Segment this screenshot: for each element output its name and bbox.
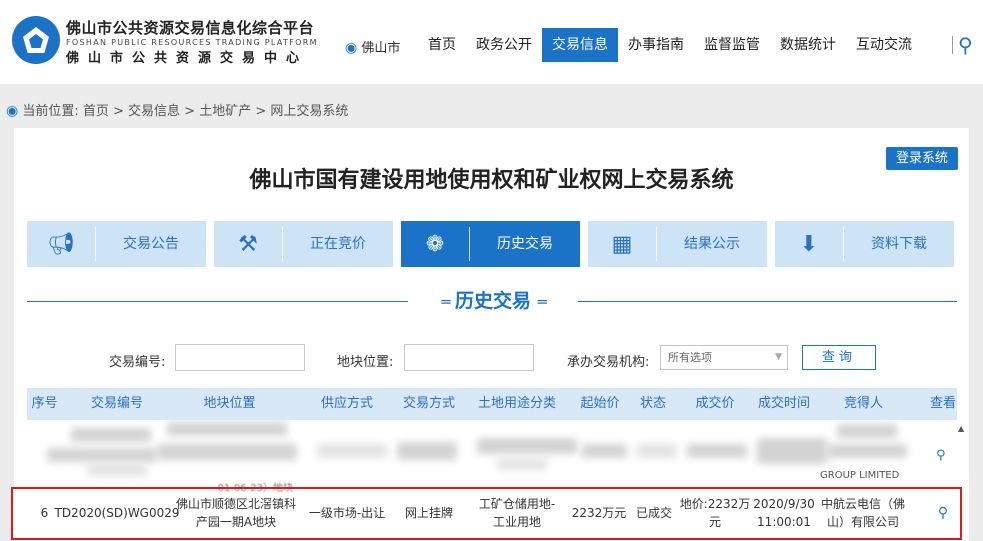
tab-downloads[interactable]: ⬇ 资料下载	[775, 221, 954, 267]
nav-item-statistics[interactable]: 数据统计	[770, 28, 846, 62]
agency-selected-value: 所有选项	[668, 351, 712, 364]
col-location: 地块位置	[203, 396, 256, 411]
col-supply: 供应方式	[320, 396, 373, 411]
logo-title-cn: 佛山市公共资源交易信息化综合平台	[66, 19, 315, 37]
breadcrumb: ◉ 当前位置: 首页 > 交易信息 > 土地矿产 > 网上交易系统	[6, 100, 348, 119]
col-view: 查看	[929, 396, 956, 411]
col-trade-no: 交易编号	[90, 396, 143, 411]
city-label: 佛山市	[361, 41, 401, 56]
logo-subtitle-cn: 佛山市公共资源交易中心	[66, 51, 309, 66]
cell-status: 已成交	[635, 505, 672, 520]
tab-label: 交易公告	[123, 236, 179, 252]
dash-decoration-icon: ═	[441, 293, 450, 311]
cell-trade-no: TD2020(SD)WG0029	[54, 505, 180, 520]
clipboard-icon: ▦	[611, 231, 633, 257]
table-header: 序号 交易编号 地块位置 供应方式 交易方式 土地用途分类 起始价 状态 成交价…	[27, 388, 957, 420]
col-deal-time: 成交时间	[757, 396, 810, 411]
tab-bidding[interactable]: ⚒ 正在竞价	[214, 221, 393, 267]
cell-winner: 中航云电信（佛山）有限公司	[820, 496, 905, 529]
query-button[interactable]: 查询	[802, 345, 876, 370]
tab-label: 正在竞价	[310, 236, 366, 252]
tab-trade-announcement[interactable]: 📢︎ 交易公告	[27, 221, 206, 267]
col-no: 序号	[31, 396, 58, 411]
nav-item-trade-info[interactable]: 交易信息	[542, 28, 618, 62]
download-icon: ⬇	[799, 231, 819, 257]
col-method: 交易方式	[402, 396, 455, 411]
tab-label: 结果公示	[684, 236, 740, 252]
logo-title-en: FOSHAN PUBLIC RESOURCES TRADING PLATFORM	[66, 38, 318, 47]
col-start-price: 起始价	[580, 396, 620, 411]
section-title-text: 历史交易	[454, 290, 531, 312]
nav-item-guide[interactable]: 办事指南	[618, 28, 694, 62]
location-pin-icon: ◉	[345, 40, 358, 56]
function-tabs: 📢︎ 交易公告 ⚒ 正在竞价 ❁ 历史交易 ▦ 结果公示 ⬇ 资料下载	[27, 221, 954, 267]
nav-item-supervision[interactable]: 监督监管	[694, 28, 770, 62]
view-icon[interactable]: ⚲	[923, 484, 963, 541]
megaphone-icon: 📢︎	[47, 231, 75, 257]
col-winner: 竞得人	[843, 396, 883, 411]
col-status: 状态	[639, 396, 666, 411]
chevron-down-icon: ▼	[775, 352, 782, 362]
table-row-blurred	[27, 420, 957, 484]
gavel-icon: ⚒	[238, 231, 258, 257]
nav-item-home[interactable]: 首页	[418, 28, 466, 62]
location-label: 地块位置:	[337, 355, 394, 370]
tab-results[interactable]: ▦ 结果公示	[588, 221, 767, 267]
cell-use: 工矿仓储用地-工业用地	[478, 496, 556, 529]
handshake-icon: ❁	[425, 231, 445, 257]
main-nav: 首页 政务公开 交易信息 办事指南 监督监管 数据统计 互动交流	[418, 28, 922, 62]
cell-deal-price: 地价:2232万元	[679, 496, 751, 529]
cell-location: 佛山市顺德区北滘镇科产园一期A地块	[175, 496, 296, 529]
nav-item-gov-affairs[interactable]: 政务公开	[466, 28, 542, 62]
blurred-company-fragment: GROUP LIMITED	[820, 470, 900, 481]
tab-label: 历史交易	[497, 236, 553, 252]
page-title: 佛山市国有建设用地使用权和矿业权网上交易系统	[249, 167, 734, 193]
logo-icon[interactable]	[12, 16, 60, 64]
cell-method: 网上挂牌	[404, 505, 453, 520]
section-title: ═ 历史交易 ═	[408, 288, 578, 314]
trade-no-label: 交易编号:	[109, 355, 166, 370]
trade-no-input[interactable]	[175, 344, 305, 371]
location-input[interactable]	[404, 344, 534, 371]
agency-label: 承办交易机构:	[567, 355, 650, 370]
city-selector[interactable]: ◉ 佛山市	[345, 37, 400, 56]
dash-decoration-icon: ═	[537, 293, 547, 311]
tab-history[interactable]: ❁ 历史交易	[401, 221, 580, 267]
table-row: 6 TD2020(SD)WG0029 佛山市顺德区北滘镇科产园一期A地块 一级市…	[27, 484, 957, 541]
cell-deal-time: 2020/9/30 11:00:01	[753, 496, 815, 529]
location-pin-icon: ◉	[6, 103, 19, 119]
view-search-icon[interactable]: ⚲	[936, 448, 946, 463]
nav-item-interaction[interactable]: 互动交流	[846, 28, 922, 62]
tab-label: 资料下载	[871, 236, 927, 252]
cell-supply: 一级市场-出让	[308, 505, 386, 520]
col-deal-price: 成交价	[695, 396, 735, 411]
agency-select[interactable]: 所有选项 ▼	[660, 345, 788, 370]
search-icon[interactable]: ⚲	[958, 34, 973, 56]
breadcrumb-prefix: 当前位置:	[22, 104, 79, 119]
scroll-up-icon[interactable]: ▲	[958, 424, 964, 433]
col-use: 土地用途分类	[477, 396, 556, 411]
site-header: 佛山市公共资源交易信息化综合平台 FOSHAN PUBLIC RESOURCES…	[0, 0, 983, 84]
nav-divider	[952, 36, 953, 54]
cell-start-price: 2232万元	[571, 505, 627, 520]
breadcrumb-path[interactable]: 首页 > 交易信息 > 土地矿产 > 网上交易系统	[83, 104, 348, 119]
main-panel: 登录系统 佛山市国有建设用地使用权和矿业权网上交易系统 📢︎ 交易公告 ⚒ 正在…	[14, 128, 969, 541]
